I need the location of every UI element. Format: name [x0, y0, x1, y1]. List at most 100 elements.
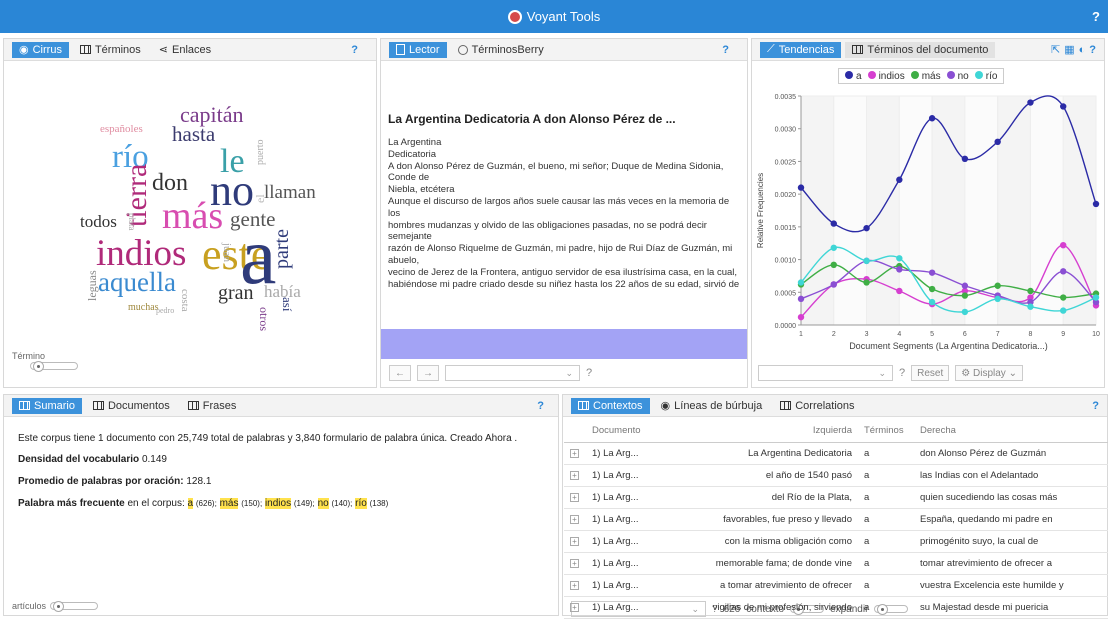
trends-toolbar-help[interactable]: ?	[899, 367, 905, 379]
column-header-derecha[interactable]: Derecha	[914, 420, 1108, 443]
column-header-izquierda[interactable]: Izquierda	[678, 420, 858, 443]
table-row[interactable]: +1) La Arg... con la misma obligación com…	[564, 530, 1108, 553]
slider-knob[interactable]	[53, 601, 65, 612]
tab-lector[interactable]: Lector	[389, 41, 447, 58]
row-expander[interactable]: +	[564, 508, 586, 531]
reader-help-button[interactable]: ?	[722, 44, 729, 56]
row-expander[interactable]: +	[564, 552, 586, 575]
table-row[interactable]: +1) La Arg... La Argentina Dedicatoria a do…	[564, 442, 1108, 465]
frequent-word-link[interactable]: más	[219, 498, 239, 509]
frequent-word-link[interactable]: a	[187, 498, 194, 509]
frequent-word-link[interactable]: río	[355, 498, 367, 509]
segment-band	[898, 95, 933, 326]
frequent-word-link[interactable]: indios	[264, 498, 292, 509]
row-expander[interactable]: +	[564, 530, 586, 553]
contexts-help-button[interactable]: ?	[1092, 400, 1099, 412]
tab-contextos[interactable]: Contextos	[571, 397, 650, 414]
cloud-word[interactable]: puerto	[255, 139, 266, 165]
cloud-word[interactable]: hasta	[172, 124, 215, 145]
column-header-terminos[interactable]: Términos	[858, 420, 914, 443]
row-expander[interactable]: +	[564, 464, 586, 487]
summary-help-button[interactable]: ?	[537, 400, 544, 412]
export-icon[interactable]: ⇱	[1051, 43, 1060, 56]
legend-label: a	[856, 70, 862, 82]
slider-track[interactable]	[50, 601, 99, 612]
table-row[interactable]: +1) La Arg... memorable fama; de donde vi…	[564, 552, 1108, 575]
trends-help-button[interactable]: ?	[1089, 44, 1096, 56]
display-button[interactable]: ⚙ Display ⌄	[955, 365, 1023, 381]
cell-document: 1) La Arg...	[586, 442, 678, 465]
tab-enlaces[interactable]: ⋖ Enlaces	[152, 42, 218, 58]
contrast-icon[interactable]: ◐	[1079, 44, 1086, 56]
term-slider[interactable]: Término	[12, 351, 78, 372]
slider-label: Término	[12, 351, 46, 361]
reader-progress-bar[interactable]	[381, 329, 747, 359]
contexts-header: Contextos ◉ Líneas de búrbuja Correlation…	[563, 395, 1107, 417]
tab-frases[interactable]: Frases	[181, 398, 244, 414]
table-row[interactable]: +1) La Arg... vigilias de mi profesión, s…	[564, 596, 1108, 619]
row-expander[interactable]: +	[564, 574, 586, 597]
cell-left: del Río de la Plata,	[678, 486, 858, 509]
cloud-word[interactable]: gran	[218, 283, 254, 303]
table-row[interactable]: +1) La Arg... del Río de la Plata, a quien …	[564, 486, 1108, 509]
column-header-documento[interactable]: Documento	[586, 420, 678, 443]
row-expander[interactable]: +	[564, 486, 586, 509]
back-button[interactable]: ←	[389, 365, 411, 381]
legend-item[interactable]: río	[974, 70, 997, 82]
tab-label: Líneas de búrbuja	[674, 399, 763, 412]
data-point-a	[994, 138, 1001, 145]
forward-button[interactable]: →	[417, 365, 439, 381]
slider-knob[interactable]	[33, 361, 44, 372]
tab-tendencias[interactable]: ⟋ Tendencias	[760, 41, 842, 58]
document-select[interactable]: ⌄	[445, 365, 580, 381]
windows-icon[interactable]: ▦	[1064, 43, 1074, 56]
tab-documentos[interactable]: Documentos	[86, 398, 177, 414]
cloud-word[interactable]: don	[152, 171, 188, 195]
reset-button[interactable]: Reset	[911, 365, 950, 381]
slider-track[interactable]	[30, 361, 78, 372]
cloud-word[interactable]: muchas	[128, 303, 159, 313]
cirrus-help-button[interactable]: ?	[351, 44, 358, 56]
cloud-word[interactable]: leguas	[85, 270, 99, 301]
cell-document: 1) La Arg...	[586, 552, 678, 575]
grid-icon	[92, 401, 104, 410]
help-button[interactable]: ?	[1092, 9, 1100, 24]
reader-toolbar-help[interactable]: ?	[586, 367, 592, 379]
table-row[interactable]: +1) La Arg... el año de 1540 pasó a las Ind…	[564, 464, 1108, 487]
row-expander[interactable]: +	[564, 442, 586, 465]
cloud-word[interactable]: costa	[179, 289, 191, 312]
cloud-word[interactable]: el	[253, 194, 267, 203]
tab-terminos-documento[interactable]: Términos del documento	[845, 41, 996, 58]
cloud-word[interactable]: todos	[80, 213, 117, 230]
tab-terminosberry[interactable]: TérminosBerry	[451, 42, 551, 58]
row-expander[interactable]: +	[564, 596, 586, 619]
cloud-word[interactable]: juan	[221, 243, 233, 262]
cloud-word[interactable]: aquella	[98, 269, 176, 296]
frequent-word-link[interactable]: no	[317, 498, 329, 509]
tab-lineas-burbuja[interactable]: ◉ Líneas de búrbuja	[654, 398, 770, 414]
tab-terminos[interactable]: Términos	[73, 42, 148, 58]
cell-right: las Indias con el Adelantado	[914, 464, 1108, 487]
cloud-word[interactable]: plata	[127, 213, 137, 231]
tab-cirrus[interactable]: ◉ Cirrus	[12, 41, 69, 58]
legend-item[interactable]: a	[845, 70, 862, 82]
legend-item[interactable]: no	[946, 70, 969, 82]
cloud-word[interactable]: así	[280, 297, 295, 311]
document-text: La Argentina Dedicatoria A don Alonso Pé…	[388, 137, 740, 329]
tab-correlations[interactable]: Correlations	[773, 398, 861, 414]
articles-slider[interactable]: artículos	[12, 601, 99, 612]
table-row[interactable]: +1) La Arg... favorables, fue preso y lle…	[564, 508, 1108, 531]
legend-item[interactable]: más	[910, 70, 941, 82]
cell-left: memorable fama; de donde vine	[678, 552, 858, 575]
frequent-count: (149);	[293, 499, 315, 508]
data-point-a	[896, 176, 903, 183]
tab-sumario[interactable]: Sumario	[12, 397, 82, 414]
legend-item[interactable]: indios	[867, 70, 905, 82]
grid-icon	[852, 45, 864, 54]
cloud-word[interactable]: españoles	[100, 124, 143, 135]
cloud-word[interactable]: otros	[257, 307, 271, 331]
cloud-word[interactable]: llaman	[264, 183, 316, 202]
cloud-word[interactable]: pedro	[156, 307, 174, 315]
table-row[interactable]: +1) La Arg... a tomar atrevimiento de ofr…	[564, 574, 1108, 597]
trends-select[interactable]: ⌄	[758, 365, 893, 381]
